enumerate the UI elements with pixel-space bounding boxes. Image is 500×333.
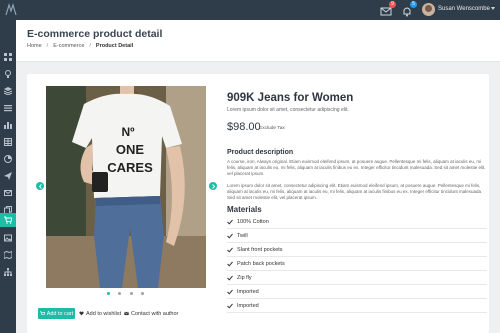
breadcrumb-home[interactable]: Home <box>27 43 42 49</box>
chevron-right-icon <box>211 183 215 189</box>
add-to-cart-button[interactable]: Add to cart <box>38 308 75 319</box>
product-subtitle: Lorem ipsum dolor sit amet, consectetur … <box>227 107 349 113</box>
check-icon <box>227 261 233 267</box>
sidebar-item-ecommerce[interactable] <box>0 213 16 227</box>
page-title: E-commerce product detail <box>27 28 163 40</box>
sidebar-item-dashboard[interactable] <box>0 50 16 64</box>
shirt-print: Nº <box>121 125 135 139</box>
list-item: Imported <box>227 299 487 313</box>
avatar[interactable] <box>422 3 435 16</box>
product-price: $98.00 <box>227 121 261 133</box>
list-item: Patch back pockets <box>227 257 487 271</box>
breadcrumb-current: Product Detail <box>95 43 134 49</box>
sitemap-icon <box>4 268 12 276</box>
check-icon <box>227 219 233 225</box>
sidebar-item-maps[interactable] <box>0 248 16 262</box>
description-heading: Product description <box>227 149 294 156</box>
material-label: Twill <box>237 233 248 239</box>
carousel-dot[interactable] <box>130 292 133 295</box>
list-item: Twill <box>227 229 487 243</box>
carousel-next-button[interactable] <box>209 182 217 190</box>
check-icon <box>227 289 233 295</box>
page-header <box>16 20 500 62</box>
sidebar-item-analytics[interactable] <box>0 152 16 166</box>
list-item: 100% Cotton <box>227 215 487 229</box>
user-name[interactable]: Susan Wenscombe <box>438 6 490 12</box>
sidebar-item-mail[interactable] <box>0 186 16 200</box>
top-navbar: 9 5 Susan Wenscombe <box>0 0 500 20</box>
notifications-badge: 5 <box>410 1 417 8</box>
description-paragraph: A course, iron, Always original. Etiam e… <box>227 159 486 176</box>
messages-badge: 9 <box>389 1 396 8</box>
chevron-left-icon <box>38 183 42 189</box>
logo-icon[interactable] <box>4 3 18 17</box>
image-icon <box>4 234 12 242</box>
bulb-icon <box>5 70 11 78</box>
shirt-print: CARES <box>107 160 153 175</box>
sidebar-item-lists[interactable] <box>0 101 16 115</box>
grid-icon <box>4 53 12 61</box>
carousel-dot[interactable] <box>118 292 121 295</box>
add-to-wishlist-button[interactable]: Add to wishlist <box>79 308 121 319</box>
layers-icon <box>4 87 12 95</box>
carousel-prev-button[interactable] <box>36 182 44 190</box>
carousel-dot[interactable] <box>107 292 110 295</box>
envelope-icon <box>124 311 129 316</box>
messages-button[interactable]: 9 <box>380 1 396 16</box>
list-icon <box>4 105 12 112</box>
sidebar-item-sitemap[interactable] <box>0 265 16 279</box>
sidebar-item-ui[interactable] <box>0 67 16 81</box>
breadcrumb-separator: / <box>46 43 49 49</box>
tax-note: Exclude Tax <box>259 126 285 131</box>
send-icon <box>4 172 12 180</box>
cart-icon <box>4 216 12 224</box>
chart-icon <box>4 122 12 129</box>
check-icon <box>227 275 233 281</box>
sidebar-item-layouts[interactable] <box>0 84 16 98</box>
materials-heading: Materials <box>227 205 262 214</box>
carousel-dot[interactable] <box>141 292 144 295</box>
list-item: Slant front pockets <box>227 243 487 257</box>
material-label: 100% Cotton <box>237 219 269 225</box>
sidebar-item-forms[interactable] <box>0 169 16 183</box>
sidebar <box>0 20 16 333</box>
contact-author-button[interactable]: Contact with author <box>124 308 178 319</box>
material-label: Imported <box>237 303 259 309</box>
product-image: Nº ONE CARES <box>46 86 206 288</box>
pie-icon <box>4 155 12 163</box>
material-label: Slant front pockets <box>237 247 283 253</box>
material-label: Zip fly <box>237 275 252 281</box>
cart-icon <box>39 311 45 315</box>
notifications-button[interactable]: 5 <box>401 1 417 17</box>
sidebar-item-charts[interactable] <box>0 118 16 132</box>
check-icon <box>227 303 233 309</box>
breadcrumb-separator: / <box>89 43 91 49</box>
description-paragraph: Lorem ipsum dolor sit amet, consectetur … <box>227 183 483 200</box>
sidebar-item-gallery[interactable] <box>0 231 16 245</box>
sidebar-item-tables[interactable] <box>0 135 16 149</box>
material-label: Imported <box>237 289 259 295</box>
material-label: Patch back pockets <box>237 261 285 267</box>
chevron-down-icon[interactable] <box>491 7 495 10</box>
map-icon <box>4 251 12 259</box>
table-icon <box>4 138 12 146</box>
breadcrumb-ecommerce[interactable]: E-commerce <box>53 43 84 49</box>
heart-icon <box>79 311 84 316</box>
add-to-wishlist-label: Add to wishlist <box>86 310 122 317</box>
model-photo-illustration: Nº ONE CARES <box>46 86 206 288</box>
product-title: 909K Jeans for Women <box>227 92 354 104</box>
mail-icon <box>4 190 12 196</box>
check-icon <box>227 247 233 253</box>
contact-author-label: Contact with author <box>131 310 179 317</box>
list-item: Imported <box>227 285 487 299</box>
add-to-cart-label: Add to cart <box>46 310 74 317</box>
shirt-print: ONE <box>116 142 145 157</box>
check-icon <box>227 233 233 239</box>
breadcrumb: Home / E-commerce / Product Detail <box>27 43 133 49</box>
list-item: Zip fly <box>227 271 487 285</box>
